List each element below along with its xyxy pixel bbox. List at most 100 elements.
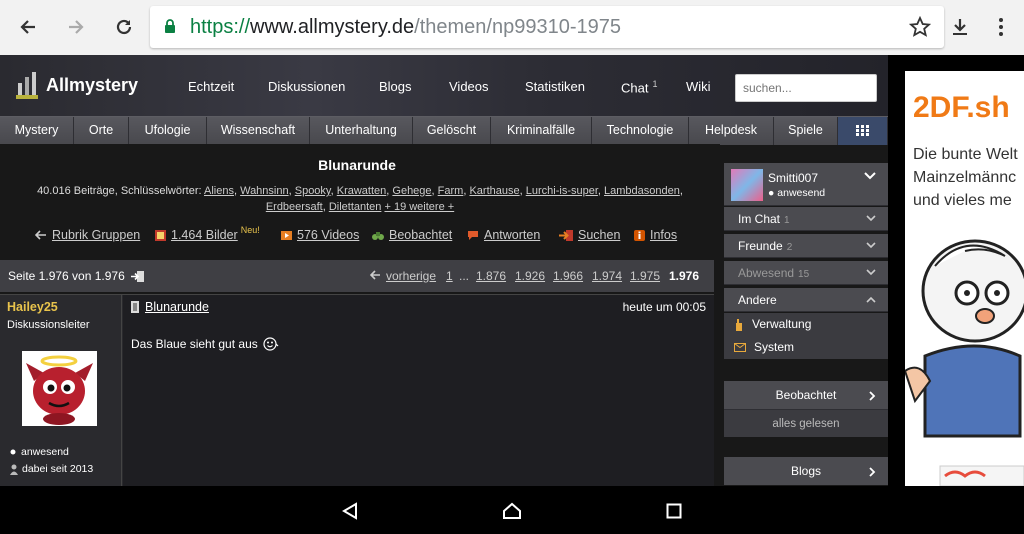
sidebar-blogs[interactable]: Blogs	[724, 457, 888, 485]
page-link[interactable]: 1.966	[553, 269, 583, 283]
category-wissenschaft[interactable]: Wissenschaft	[207, 117, 310, 145]
android-back-button[interactable]	[335, 496, 365, 526]
category-ufologie[interactable]: Ufologie	[129, 117, 207, 145]
arrow-left-icon	[20, 20, 35, 34]
keyword-link[interactable]: Erdbeersaft	[266, 201, 323, 213]
document-icon	[131, 301, 139, 313]
author-avatar[interactable]	[22, 351, 97, 426]
address-bar[interactable]: https://www.allmystery.de/themen/np99310…	[150, 6, 944, 48]
sidebar-chat[interactable]: Im Chat 1	[724, 207, 888, 231]
chevron-down-icon	[866, 215, 876, 222]
reload-button[interactable]	[106, 9, 142, 45]
page-link[interactable]: 1.974	[592, 269, 622, 283]
sidebar-friends[interactable]: Freunde 2	[724, 234, 888, 258]
thread-stats: 40.016 Beiträge, Schlüsselwörter:	[37, 185, 202, 197]
category-geloescht[interactable]: Gelöscht	[413, 117, 491, 145]
friends-count: 2	[786, 242, 793, 253]
site-search-input[interactable]	[735, 74, 877, 102]
nav-videos[interactable]: Videos	[449, 79, 489, 94]
info-link[interactable]: Infos	[634, 228, 677, 242]
thread-keywords: 40.016 Beiträge, Schlüsselwörter: Aliens…	[37, 185, 683, 213]
keyword-link[interactable]: Krawatten	[337, 185, 387, 197]
user-avatar[interactable]	[731, 169, 763, 201]
category-kriminalfaelle[interactable]: Kriminalfälle	[491, 117, 592, 145]
zdf-advertisement[interactable]: 2DF.sh Die bunte Welt Mainzelmännc und v…	[905, 71, 1024, 486]
sidebar-absent[interactable]: Abwesend 15	[724, 261, 888, 285]
ad-text-line: und vieles me	[913, 192, 1012, 209]
nav-chat[interactable]: Chat 1	[621, 79, 657, 95]
nav-blogs[interactable]: Blogs	[379, 79, 412, 94]
post-title-link[interactable]: Blunarunde	[131, 300, 209, 314]
keyword-link[interactable]: Lurchi-is-super	[526, 185, 598, 197]
android-home-button[interactable]	[497, 496, 527, 526]
nav-echtzeit[interactable]: Echtzeit	[188, 79, 234, 94]
chevron-right-icon	[869, 467, 876, 477]
keyword-link[interactable]: Spooky	[295, 185, 331, 197]
nav-wiki[interactable]: Wiki	[686, 79, 711, 94]
site-header: Allmystery Echtzeit Diskussionen Blogs V…	[0, 55, 888, 116]
back-button[interactable]	[10, 9, 46, 45]
android-recents-button[interactable]	[659, 496, 689, 526]
keyword-link[interactable]: Farm	[438, 185, 464, 197]
nav-statistiken[interactable]: Statistiken	[525, 79, 585, 94]
prev-page-link[interactable]: vorherige	[386, 269, 436, 283]
nav-diskussionen[interactable]: Diskussionen	[268, 79, 345, 94]
keyword-link[interactable]: Aliens	[204, 185, 234, 197]
search-link-label: Suchen	[578, 228, 621, 242]
sidebar-admin-label: Verwaltung	[752, 317, 812, 331]
hand-icon	[736, 318, 742, 331]
image-icon	[155, 229, 166, 241]
prev-page-icon[interactable]	[369, 269, 381, 283]
answers-link[interactable]: Antworten	[467, 228, 540, 242]
keyword-link[interactable]: Gehege	[392, 185, 431, 197]
online-dot-icon	[10, 449, 16, 455]
keyword-link[interactable]: Dilettanten	[329, 201, 382, 213]
category-grid-button[interactable]	[838, 117, 888, 145]
new-badge: Neu!	[240, 225, 260, 235]
more-keywords-link[interactable]: + 19 weitere +	[384, 201, 454, 213]
category-spiele[interactable]: Spiele	[774, 117, 838, 145]
post: Hailey25 Diskussionsleiter anwesend dabe…	[0, 294, 714, 486]
sidebar-admin[interactable]: Verwaltung	[724, 313, 888, 336]
ad-logo: 2DF.sh	[913, 91, 1010, 124]
chevron-up-icon	[866, 296, 876, 303]
sidebar-watched[interactable]: Beobachtet	[724, 381, 888, 409]
page-link[interactable]: 1.926	[515, 269, 545, 283]
videos-link[interactable]: 576 Videos	[281, 228, 359, 242]
group-link[interactable]: Rubrik Gruppen	[35, 228, 140, 242]
watched-link[interactable]: Beobachtet	[372, 228, 452, 242]
search-link[interactable]: Suchen	[559, 228, 620, 242]
images-link[interactable]: 1.464 Bilder Neu!	[155, 225, 260, 242]
keyword-link[interactable]: Wahnsinn	[240, 185, 289, 197]
page-link[interactable]: 1.876	[476, 269, 506, 283]
chat-count: 1	[784, 215, 790, 226]
category-unterhaltung[interactable]: Unterhaltung	[310, 117, 413, 145]
page-link-first[interactable]: 1	[446, 269, 453, 283]
chat-count-badge: 1	[652, 79, 658, 89]
keyword-link[interactable]: Karthause	[469, 185, 519, 197]
forward-button[interactable]	[58, 9, 94, 45]
download-button[interactable]	[942, 9, 978, 45]
sidebar-blogs-label: Blogs	[790, 464, 822, 478]
current-page: 1.976	[669, 269, 700, 283]
site-logo[interactable]: Allmystery	[16, 71, 138, 99]
answers-link-label: Antworten	[484, 228, 541, 242]
bookmark-button[interactable]	[902, 9, 938, 45]
nav-chat-label: Chat	[621, 80, 649, 96]
page-link[interactable]: 1.975	[630, 269, 660, 283]
envelope-icon	[734, 343, 746, 352]
keyword-link[interactable]: Lambdasonden	[604, 185, 680, 197]
user-panel[interactable]: Smitti007 ● anwesend	[724, 163, 888, 206]
menu-button[interactable]	[983, 9, 1019, 45]
category-mystery[interactable]: Mystery	[0, 117, 74, 145]
category-navigation: Mystery Orte Ufologie Wissenschaft Unter…	[0, 116, 888, 145]
author-name[interactable]: Hailey25	[7, 300, 58, 314]
mark-all-read-button[interactable]: alles gelesen	[724, 409, 888, 437]
sidebar-other[interactable]: Andere	[724, 288, 888, 312]
category-helpdesk[interactable]: Helpdesk	[689, 117, 774, 145]
login-arrow-icon	[559, 229, 573, 241]
sidebar-system[interactable]: System	[724, 336, 888, 359]
category-technologie[interactable]: Technologie	[592, 117, 689, 145]
category-orte[interactable]: Orte	[74, 117, 129, 145]
pagination-bar: Seite 1.976 von 1.976 vorherige 1 ... 1.…	[0, 260, 714, 292]
